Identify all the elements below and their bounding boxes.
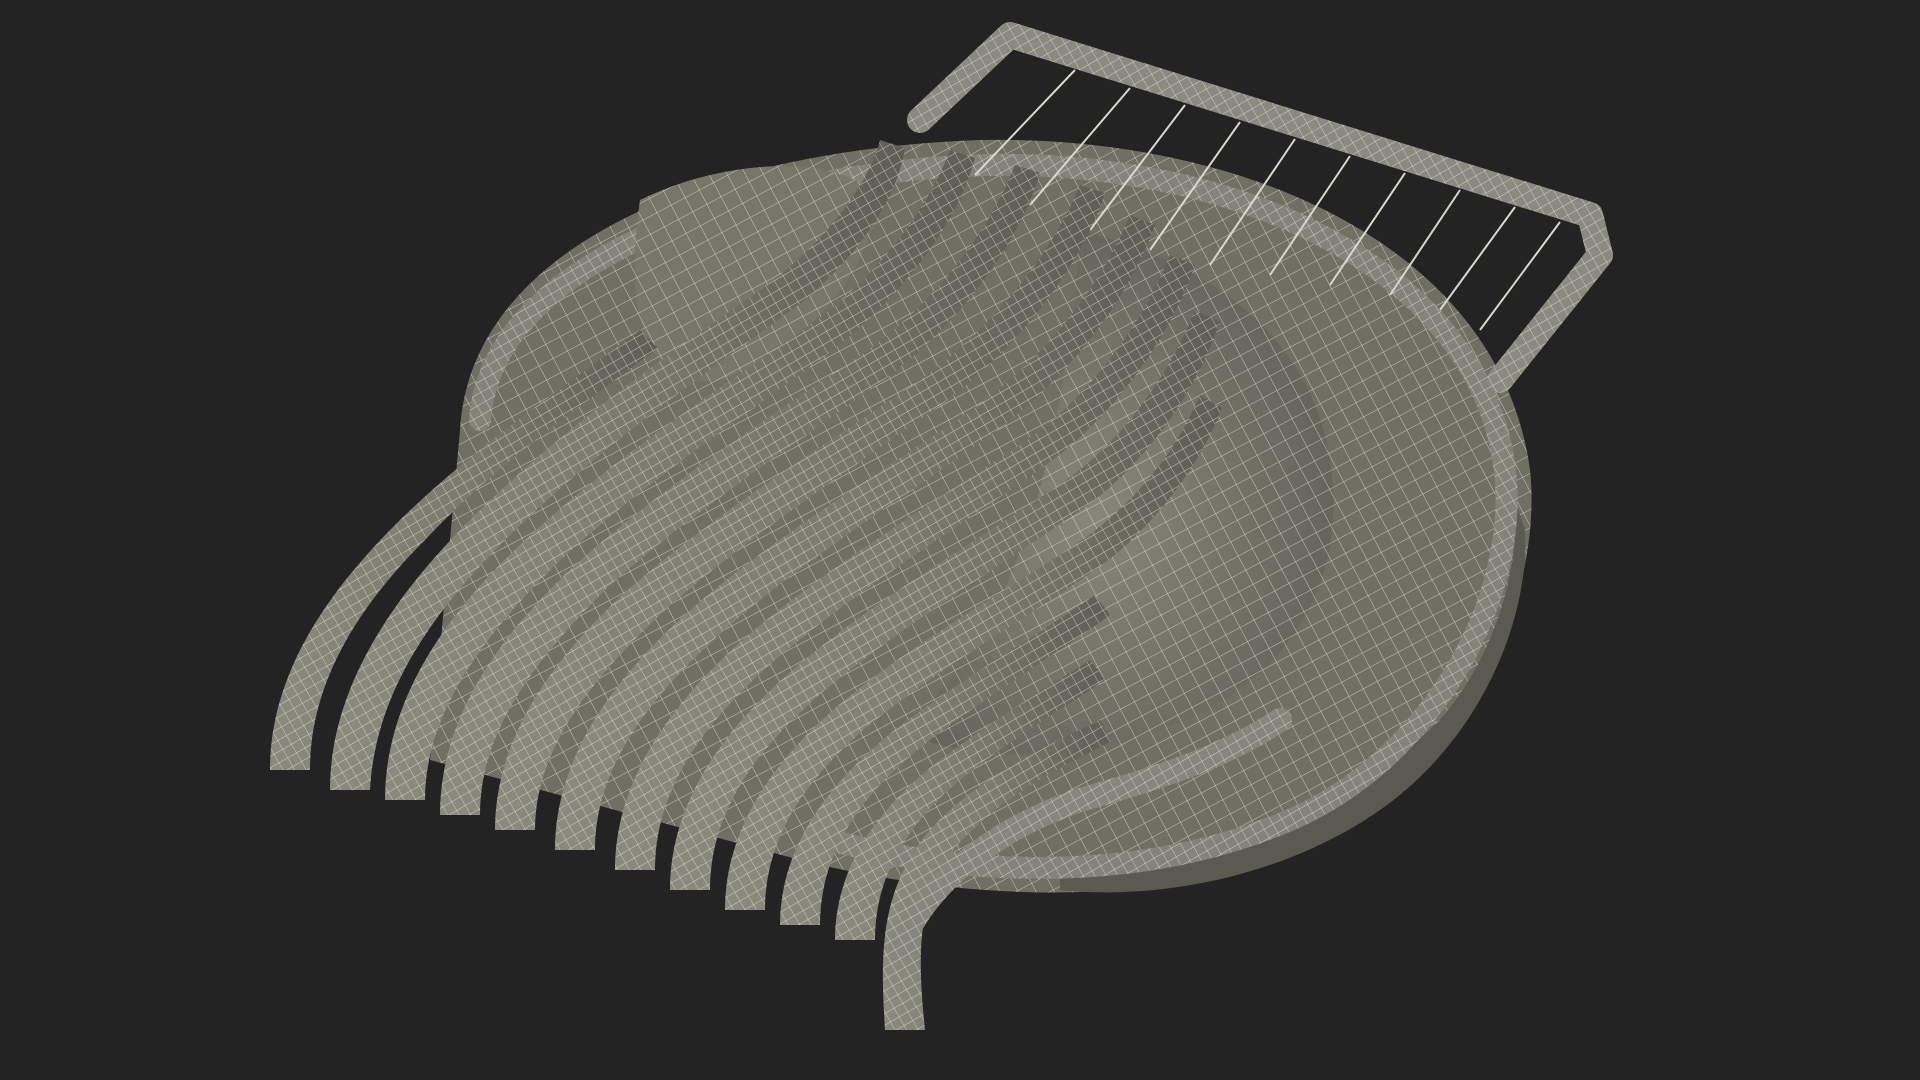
viewport: [0, 0, 1920, 1080]
egg-slicer-render: [270, 22, 1613, 1030]
